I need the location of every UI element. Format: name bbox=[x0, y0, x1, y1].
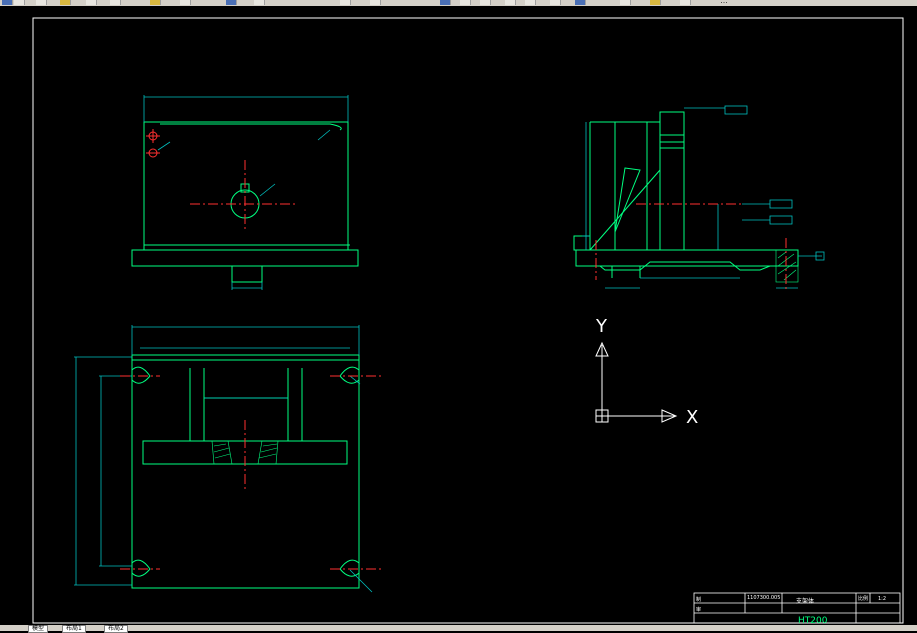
tool-icon[interactable] bbox=[480, 0, 491, 5]
tool-icon[interactable] bbox=[575, 0, 586, 5]
tool-icon[interactable] bbox=[440, 0, 451, 5]
properties-icon[interactable] bbox=[226, 0, 237, 5]
tool-icon[interactable] bbox=[680, 0, 691, 5]
tool-icon[interactable] bbox=[505, 0, 516, 5]
tool-icon[interactable] bbox=[650, 0, 661, 5]
drawing-number: 1107300.005 bbox=[747, 595, 780, 601]
front-view-body bbox=[143, 121, 349, 251]
tool-icon[interactable] bbox=[340, 0, 351, 5]
tool-icon[interactable] bbox=[620, 0, 631, 5]
layout-tabbar: 模型 布局1 布局2 bbox=[0, 625, 917, 633]
side-view-dimensions bbox=[582, 105, 825, 289]
front-view-holes bbox=[146, 129, 160, 158]
tab-model[interactable]: 模型 bbox=[28, 625, 49, 633]
save-icon[interactable] bbox=[36, 0, 47, 5]
material: HT200 bbox=[798, 616, 828, 625]
scale-label: 比例 bbox=[858, 595, 868, 602]
side-view-base bbox=[575, 249, 799, 267]
ucs-y-label: Y bbox=[595, 316, 608, 337]
tool-icon[interactable] bbox=[525, 0, 536, 5]
top-view[interactable] bbox=[131, 354, 360, 589]
ucs-icon bbox=[595, 341, 678, 423]
tool-icon[interactable] bbox=[370, 0, 381, 5]
side-view-upright bbox=[659, 111, 685, 251]
print-icon[interactable] bbox=[60, 0, 71, 5]
undo-icon[interactable] bbox=[86, 0, 97, 5]
top-view-slot-tl bbox=[131, 366, 151, 384]
tool-icon[interactable] bbox=[550, 0, 561, 5]
toolbar-label: … bbox=[720, 0, 728, 5]
part-name: 支架体 bbox=[796, 597, 814, 605]
tab-layout1[interactable]: 布局1 bbox=[62, 625, 86, 633]
drawing-canvas[interactable]: Y X 制 审 1107300.005 支架体 HT200 比例 1:2 bbox=[0, 6, 917, 626]
side-view-centerlines bbox=[595, 203, 787, 292]
drawing-svg[interactable]: Y X 制 审 1107300.005 支架体 HT200 比例 1:2 bbox=[0, 6, 917, 626]
top-view-slot-br bbox=[339, 559, 360, 577]
zoom-icon[interactable] bbox=[180, 0, 191, 5]
top-view-body bbox=[131, 354, 360, 589]
layer-icon[interactable] bbox=[254, 0, 265, 5]
top-view-dimensions bbox=[74, 325, 373, 593]
pan-icon[interactable] bbox=[150, 0, 161, 5]
scale-value: 1:2 bbox=[878, 596, 886, 602]
new-icon[interactable] bbox=[2, 0, 13, 5]
tool-icon[interactable] bbox=[460, 0, 471, 5]
redo-icon[interactable] bbox=[110, 0, 121, 5]
front-view-base bbox=[131, 249, 359, 267]
title-row1-label: 制 bbox=[696, 596, 701, 603]
side-view[interactable] bbox=[573, 111, 799, 278]
top-view-centerlines bbox=[120, 375, 383, 570]
open-icon[interactable] bbox=[14, 0, 25, 5]
front-view-slot bbox=[160, 123, 342, 131]
top-view-slot-bl bbox=[131, 559, 151, 577]
ucs-x-label: X bbox=[686, 407, 698, 428]
front-view-centerlines bbox=[190, 160, 295, 232]
tab-layout2[interactable]: 布局2 bbox=[104, 625, 128, 633]
title-row2-label: 审 bbox=[696, 606, 701, 613]
front-view-boss bbox=[231, 265, 263, 283]
drawing-frame bbox=[32, 17, 904, 624]
side-view-rib bbox=[589, 169, 661, 251]
